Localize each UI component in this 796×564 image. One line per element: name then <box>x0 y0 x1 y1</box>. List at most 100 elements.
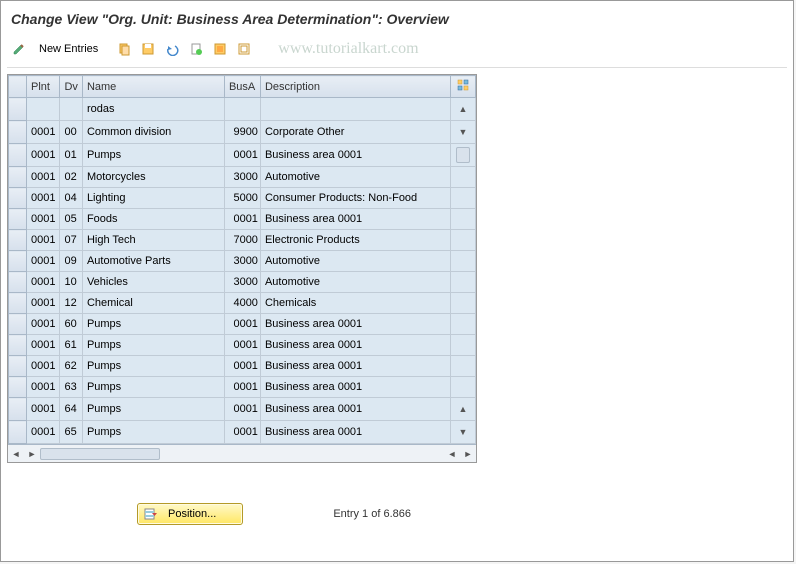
cell-busa[interactable]: 0001 <box>224 377 260 398</box>
cell-plnt[interactable]: 0001 <box>27 144 60 167</box>
cell-dv[interactable]: 10 <box>60 272 82 293</box>
row-selector[interactable] <box>9 293 27 314</box>
cell-dv[interactable]: 65 <box>60 421 82 444</box>
row-selector[interactable] <box>9 377 27 398</box>
cell-name[interactable]: Motorcycles <box>82 167 224 188</box>
cell-name[interactable]: Pumps <box>82 421 224 444</box>
row-selector[interactable] <box>9 121 27 144</box>
vscroll-cell[interactable]: ▼ <box>450 421 475 444</box>
scroll-up-step-icon[interactable]: ▲ <box>455 400 471 418</box>
cell-desc[interactable]: Business area 0001 <box>260 421 450 444</box>
vscroll-cell[interactable] <box>450 314 475 335</box>
vscroll-cell[interactable] <box>450 356 475 377</box>
cell-dv[interactable]: 01 <box>60 144 82 167</box>
cell-dv[interactable]: 60 <box>60 314 82 335</box>
cell-plnt[interactable]: 0001 <box>27 251 60 272</box>
save-icon[interactable] <box>138 39 158 59</box>
vscroll-cell[interactable]: ▲ <box>450 98 475 121</box>
col-header-desc[interactable]: Description <box>260 76 450 98</box>
cell-name[interactable]: Pumps <box>82 398 224 421</box>
table-row[interactable]: 000107High Tech7000Electronic Products <box>9 230 476 251</box>
cell-desc[interactable]: Business area 0001 <box>260 335 450 356</box>
cell-plnt[interactable]: 0001 <box>27 121 60 144</box>
deselect-all-icon[interactable] <box>234 39 254 59</box>
cell-name[interactable]: Pumps <box>82 314 224 335</box>
scroll-left-icon[interactable]: ◄ <box>8 446 24 462</box>
cell-busa[interactable]: 3000 <box>224 167 260 188</box>
row-selector[interactable] <box>9 144 27 167</box>
vscroll-cell[interactable] <box>450 188 475 209</box>
row-selector[interactable] <box>9 272 27 293</box>
cell-busa[interactable]: 4000 <box>224 293 260 314</box>
cell-name[interactable]: Pumps <box>82 144 224 167</box>
table-row[interactable]: 000164Pumps0001 Business area 0001▲ <box>9 398 476 421</box>
vscroll-cell[interactable] <box>450 167 475 188</box>
cell-name[interactable]: Chemical <box>82 293 224 314</box>
cell-plnt[interactable]: 0001 <box>27 398 60 421</box>
cell-name[interactable]: Pumps <box>82 335 224 356</box>
cell-busa[interactable]: 0001 <box>224 314 260 335</box>
cell-dv[interactable]: 63 <box>60 377 82 398</box>
cell-name[interactable]: Common division <box>82 121 224 144</box>
table-config-icon[interactable] <box>450 76 475 98</box>
row-selector[interactable] <box>9 314 27 335</box>
vscroll-cell[interactable] <box>450 377 475 398</box>
vscroll-cell[interactable]: ▲ <box>450 398 475 421</box>
row-selector[interactable] <box>9 188 27 209</box>
row-selector-header[interactable] <box>9 76 27 98</box>
vscroll-cell[interactable] <box>450 230 475 251</box>
cell-busa[interactable]: 3000 <box>224 251 260 272</box>
cell-plnt[interactable]: 0001 <box>27 230 60 251</box>
row-selector[interactable] <box>9 335 27 356</box>
vscroll-cell[interactable] <box>450 293 475 314</box>
cell-busa[interactable]: 0001 <box>224 209 260 230</box>
cell-busa[interactable]: 0001 <box>224 356 260 377</box>
table-row[interactable]: 000165Pumps0001 Business area 0001▼ <box>9 421 476 444</box>
scroll-right-icon[interactable]: ► <box>24 446 40 462</box>
cell-desc[interactable]: Corporate Other <box>260 121 450 144</box>
scroll-left2-icon[interactable]: ◄ <box>444 446 460 462</box>
cell-desc[interactable]: Business area 0001 <box>260 144 450 167</box>
vscroll-cell[interactable]: ▼ <box>450 121 475 144</box>
scroll-right2-icon[interactable]: ► <box>460 446 476 462</box>
position-button[interactable]: Position... <box>137 503 243 525</box>
cell-dv[interactable]: 64 <box>60 398 82 421</box>
cell-busa[interactable]: 7000 <box>224 230 260 251</box>
table-row[interactable]: 000100Common division9900Corporate Other… <box>9 121 476 144</box>
cell-dv[interactable]: 05 <box>60 209 82 230</box>
col-header-name[interactable]: Name <box>82 76 224 98</box>
row-selector[interactable] <box>9 230 27 251</box>
cell-dv[interactable]: 00 <box>60 121 82 144</box>
cell-busa[interactable]: 0001 <box>224 144 260 167</box>
undo-icon[interactable] <box>162 39 182 59</box>
table-row[interactable]: 000104Lighting5000Consumer Products: Non… <box>9 188 476 209</box>
cell-name[interactable]: Pumps <box>82 377 224 398</box>
col-header-plnt[interactable]: Plnt <box>27 76 60 98</box>
row-selector[interactable] <box>9 209 27 230</box>
cell-desc[interactable]: Business area 0001 <box>260 314 450 335</box>
new-entries-button[interactable]: New Entries <box>33 41 104 57</box>
vscroll-thumb[interactable] <box>456 147 470 163</box>
vscroll-cell[interactable] <box>450 209 475 230</box>
table-row[interactable]: 000101Pumps0001 Business area 0001 <box>9 144 476 167</box>
cell-dv[interactable]: 62 <box>60 356 82 377</box>
copy-icon[interactable] <box>114 39 134 59</box>
cell-desc[interactable] <box>260 98 450 121</box>
table-row[interactable]: 000163Pumps0001 Business area 0001 <box>9 377 476 398</box>
new-doc-icon[interactable] <box>186 39 206 59</box>
edit-icon[interactable] <box>9 39 29 59</box>
horizontal-scrollbar[interactable]: ◄ ► ◄ ► <box>8 444 476 462</box>
table-row[interactable]: 000102Motorcycles3000Automotive <box>9 167 476 188</box>
cell-name[interactable]: Vehicles <box>82 272 224 293</box>
scroll-down-step-icon[interactable]: ▼ <box>455 123 471 141</box>
cell-busa[interactable]: 3000 <box>224 272 260 293</box>
table-row[interactable]: 000105Foods0001 Business area 0001 <box>9 209 476 230</box>
cell-plnt[interactable]: 0001 <box>27 209 60 230</box>
row-selector[interactable] <box>9 356 27 377</box>
cell-dv[interactable]: 61 <box>60 335 82 356</box>
cell-desc[interactable]: Automotive <box>260 272 450 293</box>
row-selector[interactable] <box>9 167 27 188</box>
cell-busa[interactable]: 0001 <box>224 421 260 444</box>
cell-busa[interactable] <box>224 98 260 121</box>
row-selector[interactable] <box>9 251 27 272</box>
